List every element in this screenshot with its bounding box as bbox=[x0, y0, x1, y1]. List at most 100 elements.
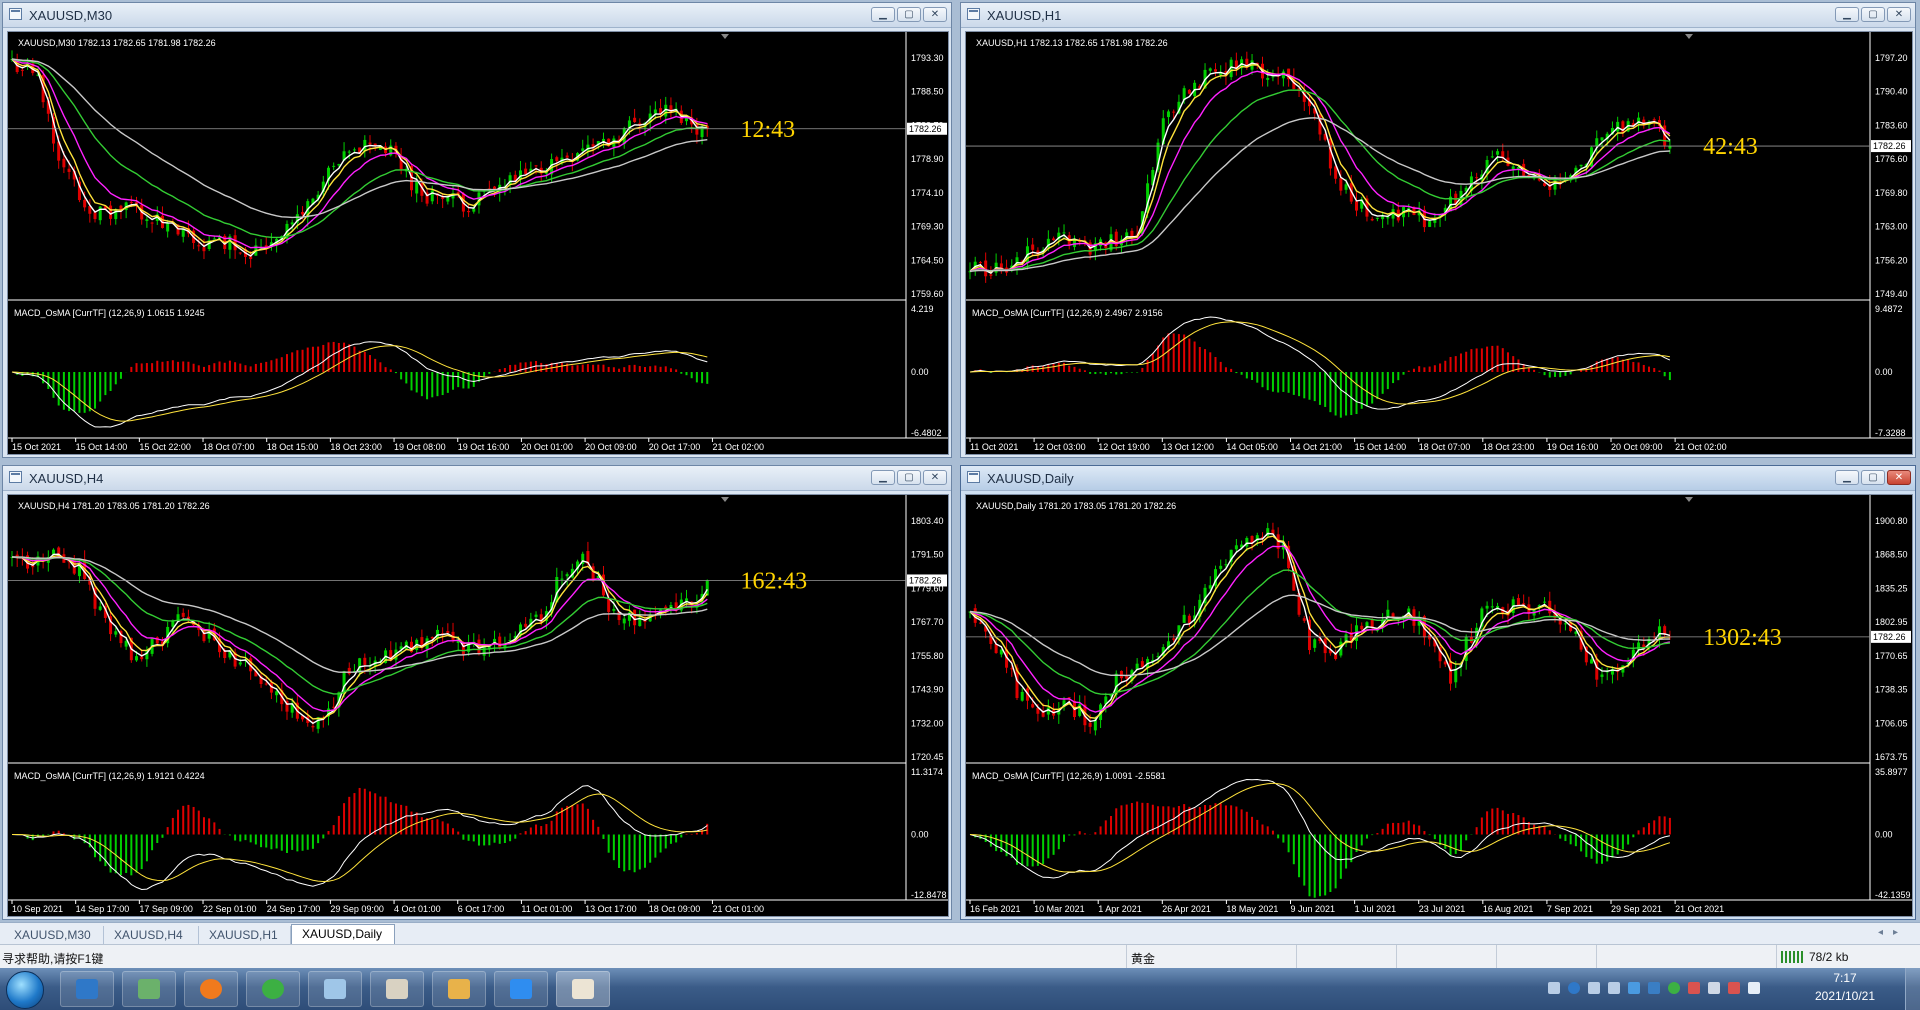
osma-histogram-bar bbox=[1668, 817, 1671, 835]
candle-body bbox=[1172, 111, 1176, 113]
osma-histogram-bar bbox=[379, 362, 382, 372]
minimize-button[interactable]: ▁ bbox=[1835, 7, 1859, 22]
osma-histogram-bar bbox=[1256, 819, 1259, 835]
trading-terminal-button[interactable] bbox=[370, 971, 424, 1007]
tab-scroll-arrows-icon[interactable]: ◂▸ bbox=[1878, 927, 1908, 938]
shield-icon[interactable] bbox=[1648, 982, 1660, 994]
osma-histogram-bar bbox=[592, 364, 595, 372]
candle-body bbox=[524, 623, 528, 627]
show-desktop-button[interactable] bbox=[1905, 968, 1920, 1010]
osma-histogram-bar bbox=[1099, 826, 1102, 835]
maximize-button[interactable]: ▢ bbox=[897, 470, 921, 485]
candle-body bbox=[1187, 615, 1191, 624]
chart-window-h4[interactable]: XAUUSD,H4 ▁ ▢ ✕ XAUUSD,H4 1781.20 1783.0… bbox=[2, 465, 952, 920]
osma-histogram-bar bbox=[649, 834, 652, 863]
clock-icon[interactable] bbox=[1588, 982, 1600, 994]
osma-histogram-bar bbox=[654, 834, 657, 858]
osma-histogram-bar bbox=[1167, 333, 1170, 372]
time-tick-label: 15 Oct 14:00 bbox=[1355, 442, 1407, 452]
osma-histogram-bar bbox=[1486, 346, 1489, 372]
browser-app-button[interactable] bbox=[184, 971, 238, 1007]
volume-icon[interactable] bbox=[1708, 982, 1720, 994]
osma-histogram-bar bbox=[322, 344, 325, 372]
close-button[interactable]: ✕ bbox=[923, 7, 947, 22]
help-icon[interactable] bbox=[1568, 982, 1580, 994]
sound-icon[interactable] bbox=[1688, 982, 1700, 994]
close-button[interactable]: ✕ bbox=[1887, 470, 1911, 485]
osma-histogram-bar bbox=[1402, 822, 1405, 835]
minimize-button[interactable]: ▁ bbox=[1835, 470, 1859, 485]
network-signal-icon[interactable] bbox=[1748, 982, 1760, 994]
window-titlebar[interactable]: XAUUSD,H4 ▁ ▢ ✕ bbox=[3, 466, 951, 491]
osma-histogram-bar bbox=[1324, 372, 1327, 407]
window-titlebar[interactable]: XAUUSD,Daily ▁ ▢ ✕ bbox=[961, 466, 1915, 491]
notepad-app-button[interactable] bbox=[308, 971, 362, 1007]
wechat-tray-icon[interactable] bbox=[1668, 982, 1680, 994]
price-chart[interactable]: XAUUSD,H1 1782.13 1782.65 1781.98 1782.2… bbox=[966, 32, 1912, 454]
osma-histogram-bar bbox=[1512, 813, 1515, 835]
osma-histogram-bar bbox=[1245, 372, 1248, 379]
maximize-button[interactable]: ▢ bbox=[897, 7, 921, 22]
osma-histogram-bar bbox=[1392, 372, 1395, 384]
chart-area[interactable]: XAUUSD,H1 1782.13 1782.65 1781.98 1782.2… bbox=[965, 31, 1913, 455]
chart-window-h1[interactable]: XAUUSD,H1 ▁ ▢ ✕ XAUUSD,H1 1782.13 1782.6… bbox=[960, 2, 1916, 458]
chart-tab-bar: XAUUSD,M30 XAUUSD,H4 XAUUSD,H1 XAUUSD,Da… bbox=[0, 922, 1920, 945]
candle-body bbox=[1213, 69, 1217, 72]
close-button[interactable]: ✕ bbox=[1887, 7, 1911, 22]
osma-histogram-bar bbox=[1642, 827, 1645, 835]
messenger-app-button[interactable] bbox=[494, 971, 548, 1007]
candle-body bbox=[238, 662, 242, 665]
trading-terminal-2-button[interactable] bbox=[556, 971, 610, 1007]
price-chart[interactable]: XAUUSD,H4 1781.20 1783.05 1781.20 1782.2… bbox=[8, 495, 948, 916]
maximize-button[interactable]: ▢ bbox=[1861, 470, 1885, 485]
osma-histogram-bar bbox=[457, 831, 460, 835]
minimize-button[interactable]: ▁ bbox=[871, 7, 895, 22]
chart-window-m30[interactable]: XAUUSD,M30 ▁ ▢ ✕ XAUUSD,M30 1782.13 1782… bbox=[2, 2, 952, 458]
osma-histogram-bar bbox=[1318, 372, 1321, 405]
chart-group: XAUUSD,H4 1781.20 1783.05 1781.20 1782.2… bbox=[8, 495, 948, 914]
macd-tick-label: -6.4802 bbox=[911, 428, 942, 438]
chart-area[interactable]: XAUUSD,M30 1782.13 1782.65 1781.98 1782.… bbox=[7, 31, 949, 455]
paint-app-button[interactable] bbox=[432, 971, 486, 1007]
show-desktop-app-button[interactable] bbox=[60, 971, 114, 1007]
tab-xauusd-h1[interactable]: XAUUSD,H1 bbox=[199, 926, 291, 944]
tab-xauusd-h4[interactable]: XAUUSD,H4 bbox=[104, 926, 199, 944]
osma-histogram-bar bbox=[119, 834, 122, 876]
tab-xauusd-m30[interactable]: XAUUSD,M30 bbox=[4, 926, 104, 944]
update-icon[interactable] bbox=[1628, 982, 1640, 994]
status-profile: 黄金 bbox=[1131, 952, 1156, 966]
osma-histogram-bar bbox=[1386, 823, 1389, 835]
price-tick-label: 1769.80 bbox=[1875, 188, 1908, 198]
price-chart[interactable]: XAUUSD,Daily 1781.20 1783.05 1781.20 178… bbox=[966, 495, 1912, 916]
osma-histogram-bar bbox=[208, 818, 211, 835]
maximize-button[interactable]: ▢ bbox=[1861, 7, 1885, 22]
network-app-button[interactable] bbox=[122, 971, 176, 1007]
osma-histogram-bar bbox=[1569, 372, 1572, 375]
price-chart[interactable]: XAUUSD,M30 1782.13 1782.65 1781.98 1782.… bbox=[8, 32, 948, 454]
osma-histogram-bar bbox=[618, 834, 621, 868]
chart-window-daily[interactable]: XAUUSD,Daily ▁ ▢ ✕ XAUUSD,Daily 1781.20 … bbox=[960, 465, 1916, 920]
candle-body bbox=[555, 157, 559, 162]
minimize-button[interactable]: ▁ bbox=[871, 470, 895, 485]
time-tick-label: 18 Oct 09:00 bbox=[649, 904, 701, 914]
chart-area[interactable]: XAUUSD,Daily 1781.20 1783.05 1781.20 178… bbox=[965, 494, 1913, 917]
start-button[interactable] bbox=[6, 971, 44, 1009]
osma-histogram-bar bbox=[311, 834, 314, 849]
status-cell bbox=[1496, 945, 1597, 969]
mute-icon[interactable] bbox=[1728, 982, 1740, 994]
osma-histogram-bar bbox=[446, 823, 449, 835]
chart-area[interactable]: XAUUSD,H4 1781.20 1783.05 1781.20 1782.2… bbox=[7, 494, 949, 917]
time-tick-label: 20 Oct 01:00 bbox=[521, 442, 573, 452]
osma-histogram-bar bbox=[1632, 361, 1635, 372]
window-titlebar[interactable]: XAUUSD,M30 ▁ ▢ ✕ bbox=[3, 3, 951, 28]
clock-time[interactable]: 7:17 bbox=[1800, 971, 1890, 985]
wechat-app-button[interactable] bbox=[246, 971, 300, 1007]
terminal-icon bbox=[572, 979, 594, 999]
clock-date[interactable]: 2021/10/21 bbox=[1800, 989, 1890, 1003]
usb-icon[interactable] bbox=[1608, 982, 1620, 994]
keyboard-icon[interactable] bbox=[1548, 982, 1560, 994]
osma-histogram-bar bbox=[119, 372, 122, 379]
close-button[interactable]: ✕ bbox=[923, 470, 947, 485]
tab-xauusd-daily[interactable]: XAUUSD,Daily bbox=[291, 924, 395, 945]
window-titlebar[interactable]: XAUUSD,H1 ▁ ▢ ✕ bbox=[961, 3, 1915, 28]
